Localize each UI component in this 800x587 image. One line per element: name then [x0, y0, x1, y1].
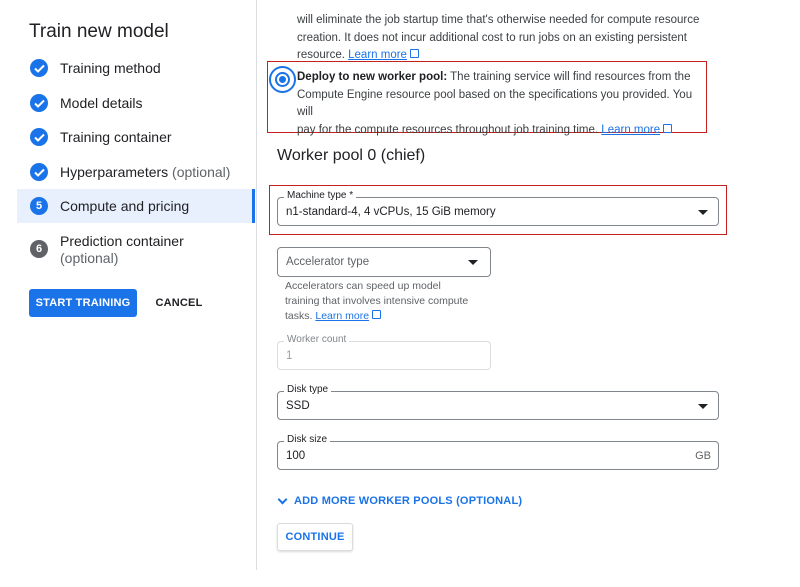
disk-type-select[interactable]: Disk type SSD [277, 384, 719, 420]
worker-count-input: Worker count 1 [277, 334, 491, 370]
field-value: n1-standard-4, 4 vCPUs, 15 GiB memory [286, 206, 496, 218]
step-label: Hyperparameters (optional) [60, 164, 231, 180]
learn-more-link[interactable]: Learn more [601, 124, 660, 136]
field-value: SSD [286, 400, 310, 412]
persistent-resource-description: will eliminate the job startup time that… [297, 14, 700, 61]
external-link-icon [372, 310, 382, 319]
unit-suffix: GB [695, 450, 711, 462]
field-label: Worker count [284, 334, 350, 345]
step-number-badge: 6 [30, 240, 48, 258]
accelerator-type-select[interactable]: Accelerator type [277, 247, 491, 277]
add-more-label: ADD MORE WORKER POOLS (OPTIONAL) [294, 495, 523, 507]
radio-selected-icon [275, 72, 290, 87]
optional-tag: (optional) [172, 164, 231, 180]
step-model-details[interactable]: Model details [17, 92, 255, 114]
check-circle-icon [30, 94, 48, 112]
disk-size-input[interactable]: Disk size 100 GB [277, 434, 719, 470]
stepper-panel: Train new model Training method Model de… [0, 0, 256, 587]
field-placeholder: Accelerator type [286, 256, 370, 268]
check-circle-icon [30, 59, 48, 77]
page-title: Train new model [29, 21, 169, 42]
step-label: Training method [60, 60, 161, 76]
field-label: Disk type [284, 384, 332, 395]
accelerator-help-text: Accelerators can speed up model training… [285, 280, 469, 322]
check-circle-icon [30, 128, 48, 146]
step-label: Prediction container (optional) [60, 233, 184, 266]
external-link-icon [663, 123, 673, 133]
add-more-worker-pools-button[interactable]: ADD MORE WORKER POOLS (OPTIONAL) [277, 494, 523, 507]
chevron-down-icon [277, 494, 288, 504]
optional-tag: (optional) [60, 250, 119, 266]
check-circle-icon [30, 163, 48, 181]
field-value: 100 [286, 450, 306, 462]
learn-more-link[interactable]: Learn more [348, 49, 407, 61]
dropdown-arrow-icon [698, 210, 708, 215]
learn-more-link[interactable]: Learn more [315, 310, 369, 322]
dropdown-arrow-icon [698, 404, 708, 409]
continue-button[interactable]: CONTINUE [277, 523, 353, 551]
step-label: Compute and pricing [60, 198, 190, 214]
deploy-option-description: Deploy to new worker pool: The training … [297, 71, 693, 136]
deploy-new-pool-radio[interactable] [269, 66, 296, 93]
step-label: Model details [60, 95, 143, 111]
machine-type-select[interactable]: Machine type * n1-standard-4, 4 vCPUs, 1… [277, 190, 719, 226]
start-training-button[interactable]: START TRAINING [29, 289, 137, 317]
field-label: Machine type * [284, 190, 357, 201]
step-compute-and-pricing[interactable]: 5 Compute and pricing [17, 189, 255, 223]
cancel-button[interactable]: CANCEL [150, 289, 208, 317]
external-link-icon [409, 49, 419, 58]
step-number-badge: 5 [30, 197, 48, 215]
step-hyperparameters[interactable]: Hyperparameters (optional) [17, 161, 255, 183]
dropdown-arrow-icon [468, 260, 478, 265]
step-prediction-container[interactable]: 6 Prediction container (optional) [17, 232, 255, 268]
compute-form: will eliminate the job startup time that… [257, 0, 800, 587]
step-training-method[interactable]: Training method [17, 57, 255, 79]
step-training-container[interactable]: Training container [17, 126, 255, 148]
worker-pool-title: Worker pool 0 (chief) [277, 147, 426, 164]
step-label: Training container [60, 129, 172, 145]
field-value: 1 [286, 350, 293, 362]
field-label: Disk size [284, 434, 331, 445]
